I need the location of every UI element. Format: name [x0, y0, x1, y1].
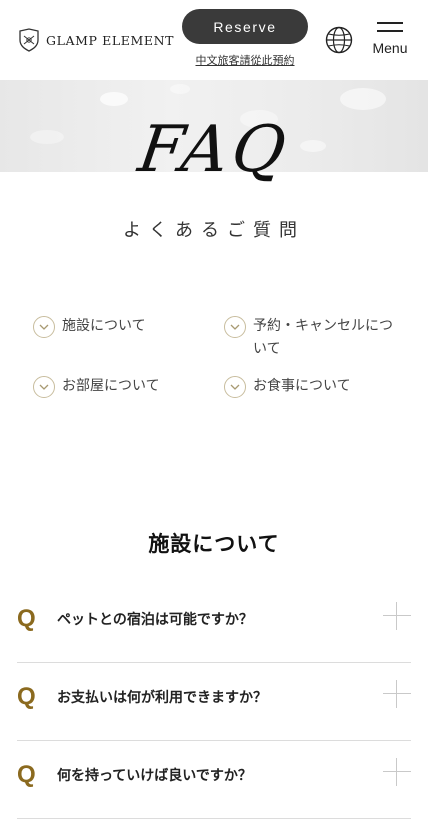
globe-icon[interactable]: [325, 26, 353, 54]
reserve-button[interactable]: Reserve: [182, 9, 308, 44]
question-mark-label: Q: [17, 761, 36, 788]
site-header: GLAMP ELEMENT Reserve 中文旅客請從此預約 Menu: [0, 0, 428, 80]
chinese-reservation-link[interactable]: 中文旅客請從此預約: [182, 52, 308, 68]
question-mark-label: Q: [17, 683, 36, 710]
shield-logo-icon: [19, 28, 39, 52]
question-text: ペットとの宿泊は可能ですか？: [57, 612, 253, 628]
faq-item[interactable]: Q お支払いは何が利用できますか？: [17, 663, 411, 741]
category-label: お食事について: [253, 378, 351, 394]
question-text: 何を持っていけば良いですか？: [57, 768, 252, 784]
faq-item[interactable]: Q ペットとの宿泊は可能ですか？: [17, 585, 411, 663]
category-label: 予約・キャンセルにつ: [253, 318, 393, 334]
page-title: FAQ: [134, 113, 294, 187]
category-label: 施設について: [62, 318, 146, 334]
category-label-continued: いて: [253, 341, 281, 357]
page-subtitle: よくあるご質問: [123, 220, 305, 241]
hamburger-icon: [377, 22, 403, 24]
category-link-rooms[interactable]: お部屋について: [33, 375, 160, 398]
question-text: お支払いは何が利用できますか？: [57, 690, 267, 706]
logo[interactable]: GLAMP ELEMENT: [18, 28, 174, 52]
plus-icon[interactable]: [383, 680, 411, 708]
plus-icon[interactable]: [383, 758, 411, 786]
chevron-down-icon: [33, 376, 55, 398]
category-link-reservation[interactable]: 予約・キャンセルにつ いて: [224, 315, 403, 361]
menu-label: Menu: [372, 40, 408, 56]
menu-button[interactable]: Menu: [370, 20, 410, 60]
faq-item[interactable]: Q 何を持っていけば良いですか？: [17, 741, 411, 819]
chevron-down-icon: [224, 316, 246, 338]
section-title: 施設について: [148, 532, 280, 556]
question-mark-label: Q: [17, 605, 36, 632]
chevron-down-icon: [224, 376, 246, 398]
plus-icon[interactable]: [383, 602, 411, 630]
chevron-down-icon: [33, 316, 55, 338]
category-label: お部屋について: [62, 378, 160, 394]
category-link-facility[interactable]: 施設について: [33, 315, 146, 338]
category-link-meals[interactable]: お食事について: [224, 375, 351, 398]
logo-text: GLAMP ELEMENT: [46, 32, 175, 48]
